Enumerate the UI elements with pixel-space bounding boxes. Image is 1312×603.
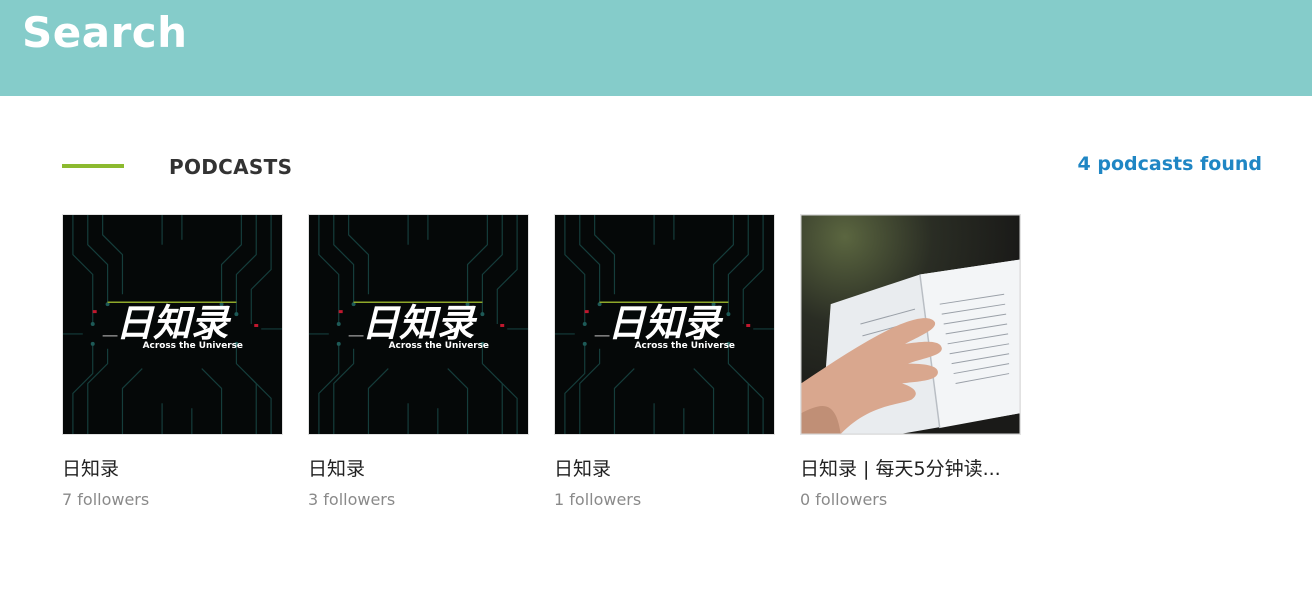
podcast-followers: 0 followers [800,490,888,509]
podcast-followers: 1 followers [554,490,642,509]
section-title: PODCASTS [169,155,293,179]
podcast-title[interactable]: 日知录 [62,454,283,481]
page-title: Search [22,8,188,57]
podcast-title[interactable]: 日知录 [308,454,529,481]
podcast-followers: 7 followers [62,490,150,509]
podcast-title[interactable]: 日知录 [554,454,775,481]
svg-text:日知录: 日知录 [116,301,232,345]
podcast-cover-art[interactable]: 日知录 Across the Universe [62,214,283,435]
svg-text:日知录: 日知录 [362,301,478,345]
podcast-card[interactable]: 日知录 Across the Universe 日知录 7 followers [62,214,283,509]
podcast-title[interactable]: 日知录 | 每天5分钟读... [800,454,1021,481]
podcast-followers: 3 followers [308,490,396,509]
svg-text:日知录: 日知录 [608,301,724,345]
podcast-cover-art[interactable]: 日知录 Across the Universe [554,214,775,435]
podcasts-found-link[interactable]: 4 podcasts found [1078,153,1262,175]
podcast-card[interactable]: 日知录 Across the Universe 日知录 1 followers [554,214,775,509]
podcast-cover-art[interactable]: 日知录 Across the Universe [308,214,529,435]
svg-text:Across the Universe: Across the Universe [143,341,243,351]
podcast-cover-art[interactable] [800,214,1021,435]
svg-text:Across the Universe: Across the Universe [635,341,735,351]
podcast-card[interactable]: 日知录 | 每天5分钟读... 0 followers [800,214,1021,509]
svg-text:Across the Universe: Across the Universe [389,341,489,351]
podcast-card[interactable]: 日知录 Across the Universe 日知录 3 followers [308,214,529,509]
page-header: Search [0,0,1312,96]
section-accent-bar [62,164,124,168]
